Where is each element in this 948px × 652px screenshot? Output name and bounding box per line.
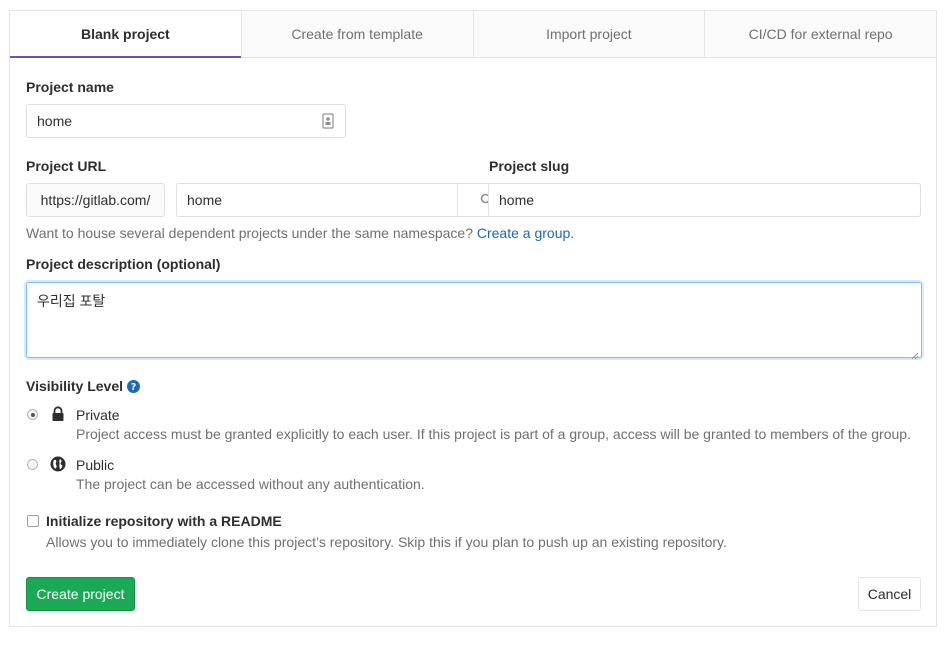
lock-icon [51, 406, 65, 425]
project-tabs: Blank project Create from template Impor… [10, 11, 936, 58]
visibility-private-radio[interactable] [27, 409, 38, 420]
namespace-help-text: Want to house several dependent projects… [26, 225, 473, 241]
project-description-label: Project description (optional) [26, 256, 221, 272]
project-name-input[interactable]: home [26, 104, 346, 138]
tab-create-from-template[interactable]: Create from template [240, 11, 473, 57]
visibility-private-description: Project access must be granted explicitl… [76, 426, 911, 442]
visibility-level-label: Visibility Level ? [26, 378, 141, 394]
project-slug-input[interactable]: home [488, 183, 921, 217]
project-url-label: Project URL [26, 158, 107, 174]
cancel-button[interactable]: Cancel [858, 577, 921, 611]
namespace-value: home [187, 192, 223, 208]
namespace-select[interactable]: home [176, 183, 505, 217]
visibility-private-title: Private [76, 407, 120, 423]
url-slug-divider [457, 183, 458, 217]
visibility-public-title: Public [76, 457, 115, 473]
tab-blank-project[interactable]: Blank project [10, 11, 241, 58]
globe-icon [50, 456, 66, 475]
initialize-readme-checkbox[interactable] [27, 515, 39, 527]
new-project-panel: Blank project Create from template Impor… [9, 10, 937, 627]
project-url-prefix: https://gitlab.com/ [26, 183, 165, 217]
initialize-readme-label[interactable]: Initialize repository with a README [46, 513, 282, 529]
visibility-public-radio[interactable] [27, 459, 38, 470]
project-url-prefix-text: https://gitlab.com/ [40, 192, 151, 208]
resize-handle-icon[interactable] [911, 347, 919, 360]
visibility-public-description: The project can be accessed without any … [76, 476, 425, 492]
create-group-link[interactable]: Create a group. [477, 225, 574, 241]
tab-import-project[interactable]: Import project [472, 11, 705, 57]
namespace-help: Want to house several dependent projects… [26, 225, 574, 241]
project-slug-label: Project slug [489, 158, 570, 174]
svg-text:?: ? [131, 382, 137, 393]
project-name-value: home [37, 113, 73, 129]
project-name-label: Project name [26, 79, 114, 95]
question-circle-icon[interactable]: ? [127, 379, 141, 393]
project-description-textarea[interactable]: 우리집 포탈 [26, 282, 922, 360]
create-project-button[interactable]: Create project [26, 577, 135, 611]
visibility-level-text: Visibility Level [26, 378, 124, 394]
project-slug-value: home [499, 192, 535, 208]
contact-card-icon [321, 113, 335, 129]
project-description-value: 우리집 포탈 [37, 293, 106, 309]
tab-cicd-external-repo[interactable]: CI/CD for external repo [704, 11, 936, 57]
initialize-readme-description: Allows you to immediately clone this pro… [46, 534, 727, 550]
